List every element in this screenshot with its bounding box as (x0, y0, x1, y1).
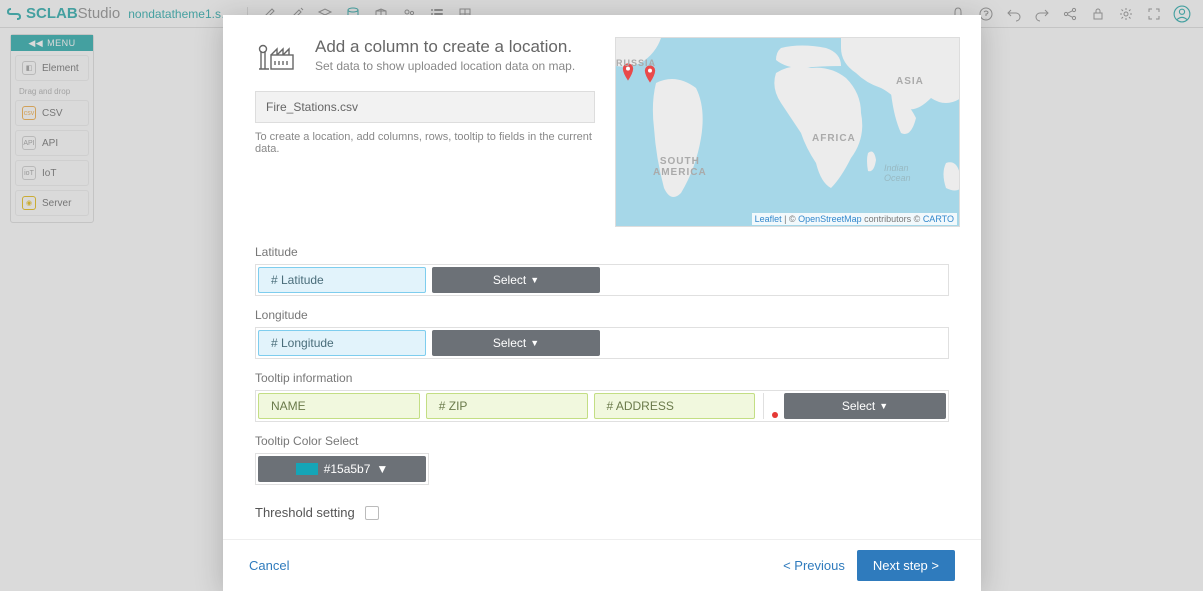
caret-down-icon: ▼ (879, 401, 888, 411)
factory-icon (255, 37, 295, 73)
label-asia: ASIA (896, 76, 924, 87)
latitude-label: Latitude (255, 245, 949, 259)
threshold-label: Threshold setting (255, 505, 355, 520)
latitude-chip[interactable]: # Latitude (258, 267, 426, 293)
file-name-field: Fire_Stations.csv (255, 91, 595, 123)
caret-down-icon: ▼ (530, 338, 539, 348)
tooltip-chip-zip[interactable]: # ZIP (426, 393, 588, 419)
carto-link[interactable]: CARTO (923, 214, 954, 224)
caret-down-icon: ▼ (530, 275, 539, 285)
tooltip-select-button[interactable]: Select▼ (784, 393, 946, 419)
tooltip-chip-address[interactable]: # ADDRESS (594, 393, 756, 419)
location-hint: To create a location, add columns, rows,… (255, 131, 595, 155)
longitude-label: Longitude (255, 308, 949, 322)
longitude-chip[interactable]: # Longitude (258, 330, 426, 356)
modal-footer: Cancel < Previous Next step > (223, 539, 981, 591)
tooltip-chip-name[interactable]: NAME (258, 393, 420, 419)
latitude-select-button[interactable]: Select▼ (432, 267, 600, 293)
color-swatch (296, 463, 318, 475)
threshold-row: Threshold setting (255, 505, 949, 520)
map-attribution: Leaflet | © OpenStreetMap contributors ©… (752, 213, 957, 225)
previous-button[interactable]: < Previous (783, 558, 845, 573)
modal-title: Add a column to create a location. (315, 37, 575, 57)
modal-subtitle: Set data to show uploaded location data … (315, 59, 575, 73)
latitude-row: # Latitude Select▼ (255, 264, 949, 296)
color-select-button[interactable]: #15a5b7 ▼ (258, 456, 426, 482)
cancel-button[interactable]: Cancel (249, 558, 289, 573)
location-modal: Add a column to create a location. Set d… (223, 15, 981, 591)
tooltip-label: Tooltip information (255, 371, 949, 385)
label-africa: AFRICA (812, 133, 856, 144)
label-south-america: SOUTH AMERICA (653, 156, 707, 178)
required-dot-icon (772, 412, 778, 418)
color-row: #15a5b7 ▼ (255, 453, 429, 485)
next-step-button[interactable]: Next step > (857, 550, 955, 581)
longitude-select-button[interactable]: Select▼ (432, 330, 600, 356)
osm-link[interactable]: OpenStreetMap (798, 214, 862, 224)
label-russia: RUSSIA (616, 58, 656, 68)
label-indian-ocean: Indian Ocean (884, 163, 911, 183)
caret-down-icon: ▼ (376, 462, 388, 476)
threshold-checkbox[interactable] (365, 506, 379, 520)
tooltip-color-label: Tooltip Color Select (255, 434, 949, 448)
tooltip-row: NAME # ZIP # ADDRESS Select▼ (255, 390, 949, 422)
map-preview[interactable]: AFRICA ASIA RUSSIA SOUTH AMERICA Indian … (615, 37, 960, 227)
longitude-row: # Longitude Select▼ (255, 327, 949, 359)
leaflet-link[interactable]: Leaflet (755, 214, 782, 224)
